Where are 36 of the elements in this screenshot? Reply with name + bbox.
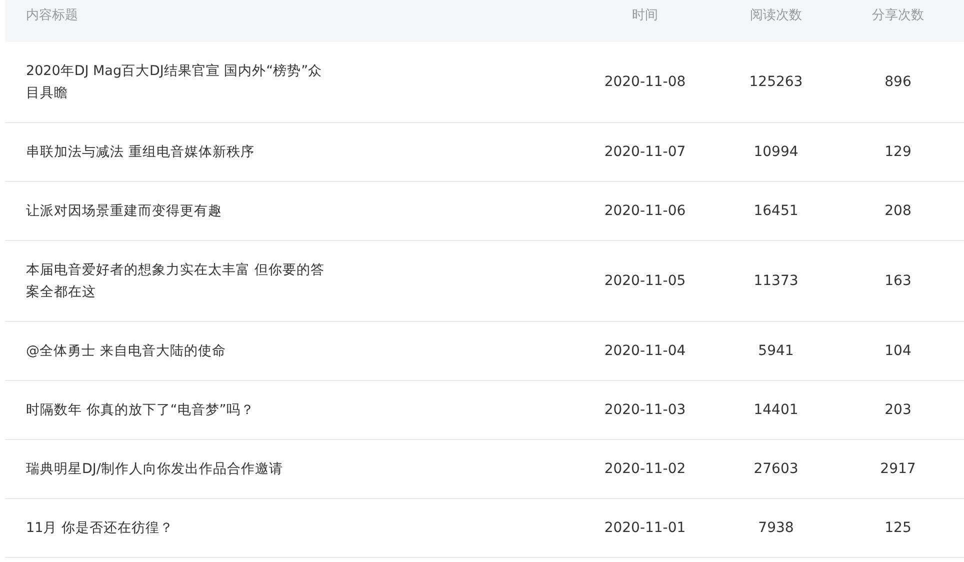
article-title: @全体勇士 来自电音大陆的使命 xyxy=(26,342,226,361)
article-title: 串联加法与减法 重组电音媒体新秩序 xyxy=(26,143,254,162)
table-cell: 104 xyxy=(884,343,912,359)
article-title: 11月 你是否还在彷徨？ xyxy=(26,519,174,538)
article-title: 本届电音爱好者的想象力实在太丰富 但你要的答案全都在这 xyxy=(26,261,326,302)
table-cell: 896 xyxy=(884,74,912,90)
article-title: 瑞典明星DJ/制作人向你发出作品合作邀请 xyxy=(26,460,283,479)
table-cell: 125263 xyxy=(749,74,803,90)
table-cell: 16451 xyxy=(754,203,798,219)
column-header: 分享次数 xyxy=(872,8,924,23)
column-header: 内容标题 xyxy=(26,8,78,23)
table-cell: 2020-11-06 xyxy=(604,203,686,219)
article-title: 让派对因场景重建而变得更有趣 xyxy=(26,202,222,221)
table-cell: 5941 xyxy=(758,343,794,359)
article-title: 2020年DJ Mag百大DJ结果官宣 国内外“榜势”众目具瞻 xyxy=(26,62,324,103)
table-cell: 2020-11-07 xyxy=(604,144,686,160)
table-cell: 125 xyxy=(884,520,912,536)
table-cell: 2020-11-01 xyxy=(604,520,686,536)
table-cell: 129 xyxy=(884,144,912,160)
table-cell: 10994 xyxy=(754,144,798,160)
table-cell: 203 xyxy=(884,402,912,418)
table-cell: 2020-11-02 xyxy=(604,461,686,477)
table-cell: 11373 xyxy=(754,273,798,289)
table-cell: 2020-11-03 xyxy=(604,402,686,418)
table-cell: 2020-11-04 xyxy=(604,343,686,359)
table-cell: 208 xyxy=(884,203,912,219)
column-header: 阅读次数 xyxy=(750,8,802,23)
table-cell: 14401 xyxy=(754,402,798,418)
column-header: 时间 xyxy=(632,8,658,23)
table-cell: 27603 xyxy=(754,461,798,477)
article-title: 时隔数年 你真的放下了“电音梦”吗？ xyxy=(26,401,254,420)
table-cell: 2020-11-08 xyxy=(604,74,686,90)
table-cell: 2020-11-05 xyxy=(604,273,686,289)
table-cell: 2917 xyxy=(880,461,916,477)
table-cell: 163 xyxy=(884,273,912,289)
table-cell: 7938 xyxy=(758,520,794,536)
